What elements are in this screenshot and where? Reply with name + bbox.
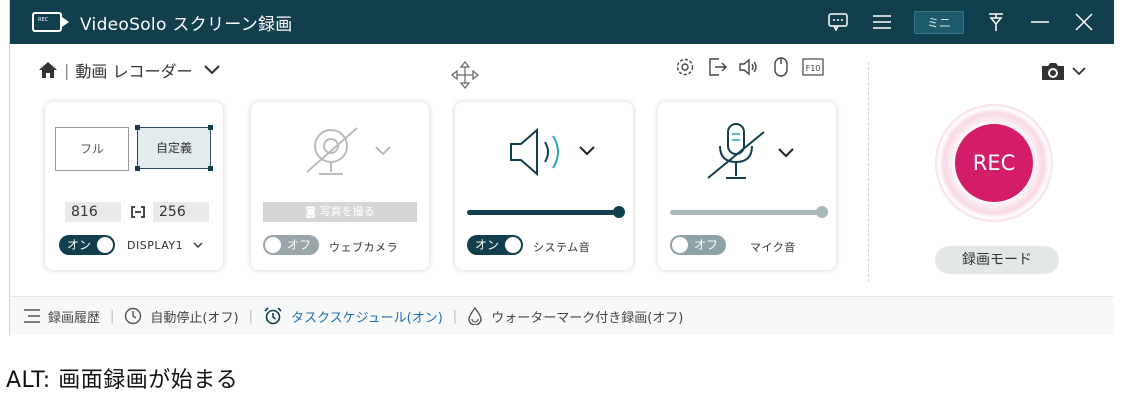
bottom-bar: 録画履歴 | 自動停止(オフ) | タスクスケジュール(オン) | ウォーターマ… [10, 296, 1114, 335]
webcam-label: ウェブカメラ [329, 241, 398, 254]
display-name: DISPLAY1 [127, 239, 184, 252]
settings-icon[interactable] [674, 56, 696, 78]
divider: | [110, 308, 115, 324]
webcam-toggle[interactable]: オフ [263, 235, 319, 255]
chevron-down-icon[interactable] [204, 65, 221, 75]
link-icon[interactable] [129, 204, 147, 220]
history-button[interactable]: 録画履歴 [24, 307, 100, 326]
chevron-down-icon[interactable] [1072, 66, 1086, 76]
speaker-icon[interactable] [738, 56, 760, 78]
tool-icons: F10 [674, 56, 824, 78]
camera-icon[interactable] [1040, 60, 1066, 82]
full-screen-button[interactable]: フル [55, 127, 129, 171]
list-icon [24, 309, 40, 323]
mouse-icon[interactable] [770, 56, 792, 78]
divider: | [64, 60, 70, 80]
system-volume-slider[interactable] [467, 210, 619, 215]
microphone-toggle[interactable]: オフ [670, 235, 726, 255]
watermark-button[interactable]: ウォーターマーク付き録画(オフ) [467, 307, 683, 326]
rec-button-ring: REC [935, 104, 1053, 222]
menu-icon[interactable] [872, 12, 892, 32]
app-window: REC VideoSolo スクリーン録画 ミニ | 動画 レコーダー F10 … [9, 0, 1114, 336]
pin-icon[interactable] [986, 12, 1006, 32]
width-field[interactable]: 816 [65, 202, 121, 222]
screenshot-control[interactable] [1040, 60, 1086, 82]
close-icon[interactable] [1074, 12, 1094, 32]
divider [868, 62, 869, 282]
water-drop-icon [468, 307, 482, 325]
system-volume-knob[interactable] [613, 206, 625, 218]
f10-hotkey-icon[interactable]: F10 [802, 56, 824, 78]
recording-mode-button[interactable]: 録画モード [935, 246, 1059, 274]
webcam-off-icon[interactable] [301, 124, 371, 180]
display-toggle[interactable]: オン [59, 235, 115, 255]
height-field[interactable]: 256 [153, 202, 209, 222]
microphone-card: オフ マイク音 [658, 102, 836, 270]
chevron-down-icon[interactable] [375, 146, 391, 156]
mic-volume-knob[interactable] [816, 206, 828, 218]
camera-icon: ◙ [305, 205, 320, 218]
chevron-down-icon[interactable] [193, 242, 203, 249]
minimize-icon[interactable] [1030, 12, 1050, 32]
move-icon[interactable] [450, 60, 480, 94]
microphone-off-icon[interactable] [704, 122, 768, 184]
divider: | [452, 308, 458, 324]
microphone-label: マイク音 [750, 241, 796, 254]
home-icon[interactable] [38, 61, 58, 79]
webcam-card: ◙ 写真を撮る オフ ウェブカメラ [251, 102, 429, 270]
rec-button[interactable]: REC [955, 124, 1033, 202]
system-audio-toggle[interactable]: オン [467, 235, 523, 255]
display-card: フル 自定義 816 256 オン DISPLAY1 [45, 102, 223, 270]
chevron-down-icon[interactable] [778, 148, 794, 158]
alarm-clock-icon [264, 307, 282, 325]
title-bar: REC VideoSolo スクリーン録画 ミニ [10, 0, 1114, 44]
app-title: VideoSolo スクリーン録画 [80, 14, 293, 35]
auto-stop-button[interactable]: 自動停止(オフ) [124, 307, 239, 326]
divider: | [248, 308, 253, 324]
mini-mode-button[interactable]: ミニ [913, 10, 964, 34]
system-audio-card: オン システム音 [455, 102, 633, 270]
mode-selector[interactable]: | 動画 レコーダー [38, 58, 221, 82]
custom-region-button[interactable]: 自定義 [135, 125, 213, 171]
chevron-down-icon[interactable] [579, 146, 595, 156]
alt-caption: ALT: 画面録画が始まる [6, 368, 239, 393]
mode-label: 動画 レコーダー [75, 62, 193, 81]
clock-icon [125, 307, 142, 325]
take-photo-button[interactable]: ◙ 写真を撮る [263, 202, 417, 222]
speaker-icon[interactable] [507, 126, 569, 178]
app-logo-icon: REC [32, 12, 69, 32]
svg-text:F10: F10 [806, 64, 821, 73]
task-schedule-button[interactable]: タスクスケジュール(オン) [263, 307, 443, 326]
export-icon[interactable] [706, 56, 728, 78]
feedback-icon[interactable] [828, 12, 848, 32]
mic-volume-slider[interactable] [670, 210, 822, 215]
system-audio-label: システム音 [533, 241, 591, 254]
